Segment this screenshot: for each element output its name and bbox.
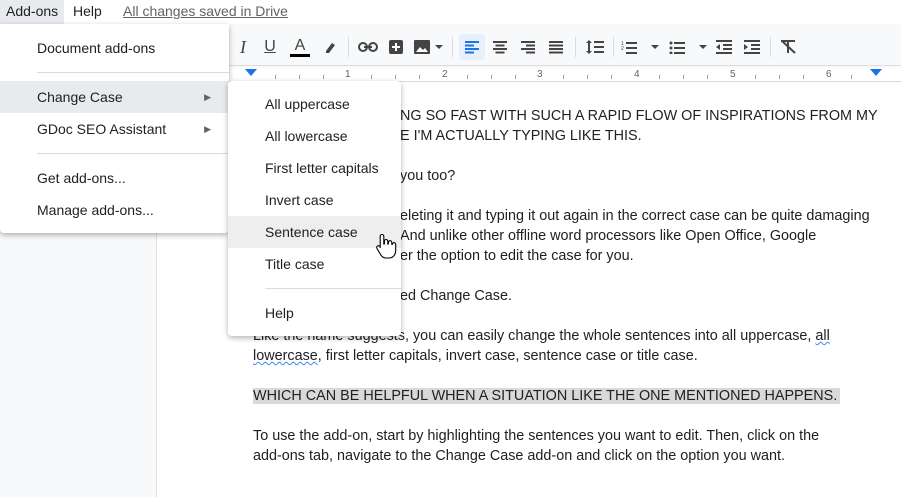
- insert-image-icon[interactable]: [410, 34, 446, 60]
- submenu-item-all-uppercase[interactable]: All uppercase: [228, 88, 401, 120]
- submenu-arrow-icon: ▶: [204, 124, 211, 134]
- increase-indent-icon[interactable]: [739, 34, 765, 60]
- doc-text[interactable]: E I'M ACTUALLY TYPING LIKE THIS.: [400, 126, 642, 146]
- align-left-icon[interactable]: [459, 34, 485, 60]
- ruler-label: 5: [730, 69, 736, 80]
- ruler-tick: [851, 75, 852, 79]
- ruler-tick: [707, 75, 708, 79]
- change-case-submenu: All uppercase All lowercase First letter…: [228, 81, 401, 336]
- submenu-item-first-letter-capitals[interactable]: First letter capitals: [228, 152, 401, 184]
- decrease-indent-icon[interactable]: [711, 34, 737, 60]
- ruler-tick: [299, 75, 300, 79]
- saved-status-link[interactable]: All changes saved in Drive: [123, 0, 288, 22]
- menu-divider: [37, 72, 229, 73]
- toolbar-divider: [770, 37, 771, 57]
- spelling-flag[interactable]: lowercase: [253, 348, 318, 364]
- line-spacing-icon[interactable]: [582, 34, 608, 60]
- justify-icon[interactable]: [543, 34, 569, 60]
- menu-item-get-addons[interactable]: Get add-ons...: [0, 162, 229, 194]
- align-right-icon[interactable]: [515, 34, 541, 60]
- ruler-tick: [275, 75, 276, 79]
- bulleted-list-icon[interactable]: [668, 34, 708, 60]
- menu-item-document-addons[interactable]: Document add-ons: [0, 32, 229, 64]
- doc-text[interactable]: And unlike other offline word processors…: [400, 226, 816, 246]
- submenu-item-invert-case[interactable]: Invert case: [228, 184, 401, 216]
- ruler-tick: [755, 75, 756, 79]
- ruler-tick: [323, 75, 324, 79]
- addons-dropdown: Document add-ons Change Case ▶ GDoc SEO …: [0, 24, 229, 233]
- doc-text[interactable]: lowercase, first letter capitals, invert…: [253, 346, 698, 366]
- doc-text[interactable]: eleting it and typing it out again in th…: [400, 206, 870, 226]
- ruler-tick: [683, 75, 684, 79]
- clear-formatting-icon[interactable]: [776, 34, 802, 60]
- ruler-label: 1: [345, 69, 351, 80]
- ruler-tick: [659, 75, 660, 79]
- toolbar-divider: [348, 37, 349, 57]
- align-center-icon[interactable]: [487, 34, 513, 60]
- ruler-tick: [467, 75, 468, 79]
- text-color-icon[interactable]: A: [287, 34, 313, 60]
- ruler-tick: [563, 75, 564, 79]
- ruler-tick: [491, 75, 492, 79]
- submenu-item-all-lowercase[interactable]: All lowercase: [228, 120, 401, 152]
- doc-text[interactable]: you too?: [400, 166, 455, 186]
- ruler-tick: [611, 75, 612, 79]
- ruler-label: 6: [826, 69, 832, 80]
- menu-item-label: Change Case: [37, 89, 123, 105]
- doc-text[interactable]: To use the add-on, start by highlighting…: [253, 426, 819, 446]
- doc-text[interactable]: add-ons tab, navigate to the Change Case…: [253, 446, 785, 466]
- menu-item-gdoc-seo[interactable]: GDoc SEO Assistant ▶: [0, 113, 229, 145]
- svg-text:2: 2: [621, 46, 624, 52]
- italic-icon[interactable]: I: [230, 34, 256, 60]
- doc-text[interactable]: ed Change Case.: [400, 286, 512, 306]
- doc-text[interactable]: er the option to edit the case for you.: [400, 246, 634, 266]
- menu-bar: Add-ons Help All changes saved in Drive: [0, 0, 901, 24]
- submenu-arrow-icon: ▶: [204, 92, 211, 102]
- menu-divider: [37, 153, 229, 154]
- ruler-tick: [371, 75, 372, 79]
- highlight-span: WHICH CAN BE HELPFUL WHEN A SITUATION LI…: [253, 388, 841, 404]
- menu-item-change-case[interactable]: Change Case ▶: [0, 81, 229, 113]
- toolbar-divider: [452, 37, 453, 57]
- ruler-label: 4: [634, 69, 640, 80]
- toolbar-divider: [613, 37, 614, 57]
- menu-divider: [265, 288, 401, 289]
- ruler-label: 3: [537, 69, 543, 80]
- right-indent-marker[interactable]: [870, 69, 882, 76]
- text-color-letter: A: [294, 36, 306, 54]
- highlighted-text[interactable]: WHICH CAN BE HELPFUL WHEN A SITUATION LI…: [253, 386, 841, 406]
- underline-icon[interactable]: U: [257, 34, 283, 60]
- toolbar-divider: [575, 37, 576, 57]
- ruler-tick: [515, 75, 516, 79]
- help-menu[interactable]: Help: [67, 0, 108, 24]
- google-docs-window: Add-ons Help All changes saved in Drive …: [0, 0, 901, 497]
- ruler-tick: [419, 75, 420, 79]
- submenu-item-help[interactable]: Help: [228, 297, 401, 329]
- link-icon[interactable]: [355, 34, 381, 60]
- ruler-tick: [779, 75, 780, 79]
- addons-menu[interactable]: Add-ons: [0, 0, 65, 24]
- doc-text[interactable]: NG SO FAST WITH SUCH A RAPID FLOW OF INS…: [400, 106, 878, 126]
- menu-item-label: GDoc SEO Assistant: [37, 121, 167, 137]
- spelling-flag[interactable]: all: [815, 328, 829, 344]
- insert-comment-icon[interactable]: [383, 34, 409, 60]
- highlight-icon[interactable]: [318, 34, 344, 60]
- ruler-tick: [803, 75, 804, 79]
- doc-text-span: , first letter capitals, invert case, se…: [317, 348, 698, 364]
- ruler-label: 2: [442, 69, 448, 80]
- menu-item-manage-addons[interactable]: Manage add-ons...: [0, 194, 229, 226]
- left-indent-marker[interactable]: [245, 69, 257, 76]
- ruler-tick: [587, 75, 588, 79]
- numbered-list-icon[interactable]: 12: [620, 34, 660, 60]
- text-color-bar: [290, 53, 310, 57]
- ruler-tick: [395, 75, 396, 79]
- ruler: 1 2 3 4 5 6: [230, 68, 901, 82]
- hand-cursor-icon: [376, 233, 397, 259]
